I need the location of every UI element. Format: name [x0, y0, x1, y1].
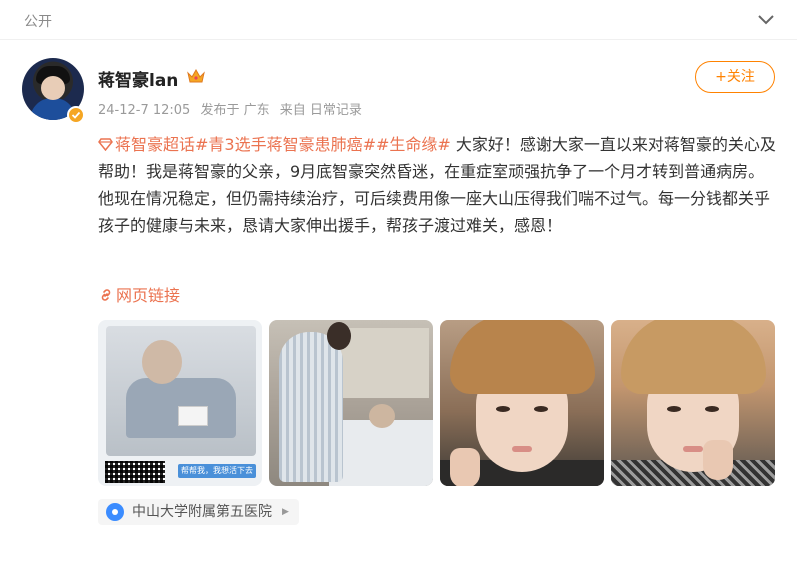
web-link-label: 网页链接	[116, 286, 181, 305]
visibility-label: 公开	[24, 14, 52, 30]
post-source: 来自 日常记录	[279, 103, 362, 118]
location-tag[interactable]: 中山大学附属第五医院 ▶	[98, 499, 299, 525]
top-bar: 公开	[0, 0, 797, 40]
post-location-prefix: 发布于 广东	[200, 103, 270, 118]
verified-badge-icon	[67, 106, 85, 124]
hashtag-link[interactable]: #青3选手蒋智豪患肺癌#	[195, 135, 376, 154]
web-link[interactable]: 网页链接	[98, 282, 180, 306]
link-icon	[101, 289, 111, 301]
crown-icon	[187, 68, 205, 83]
hospital-bed-photo[interactable]: 帮帮我，我想活下去	[98, 320, 262, 486]
hashtag-link[interactable]: #生命缘#	[376, 135, 451, 154]
diamond-icon	[98, 138, 113, 151]
supertopic-link[interactable]: 蒋智豪超话	[115, 135, 195, 154]
portrait-photo-1[interactable]	[440, 320, 604, 486]
follow-button[interactable]: +关注	[695, 61, 775, 93]
location-label: 中山大学附属第五医院	[132, 504, 272, 520]
portrait-photo-2[interactable]	[611, 320, 775, 486]
chevron-down-icon[interactable]	[757, 12, 775, 26]
post-date[interactable]: 24-12-7 12:05	[98, 103, 190, 118]
photo-caption: 帮帮我，我想活下去	[178, 464, 256, 478]
hospital-visit-photo[interactable]	[269, 320, 433, 486]
post-meta: 24-12-7 12:05 发布于 广东 来自 日常记录	[98, 99, 368, 118]
post-content: 蒋智豪超话#青3选手蒋智豪患肺癌##生命缘# 大家好！感谢大家一直以来对蒋智豪的…	[98, 131, 778, 239]
username[interactable]: 蒋智豪lan	[98, 66, 178, 91]
location-pin-icon	[106, 503, 124, 521]
chevron-right-icon: ▶	[282, 507, 289, 517]
qr-code	[105, 461, 165, 483]
